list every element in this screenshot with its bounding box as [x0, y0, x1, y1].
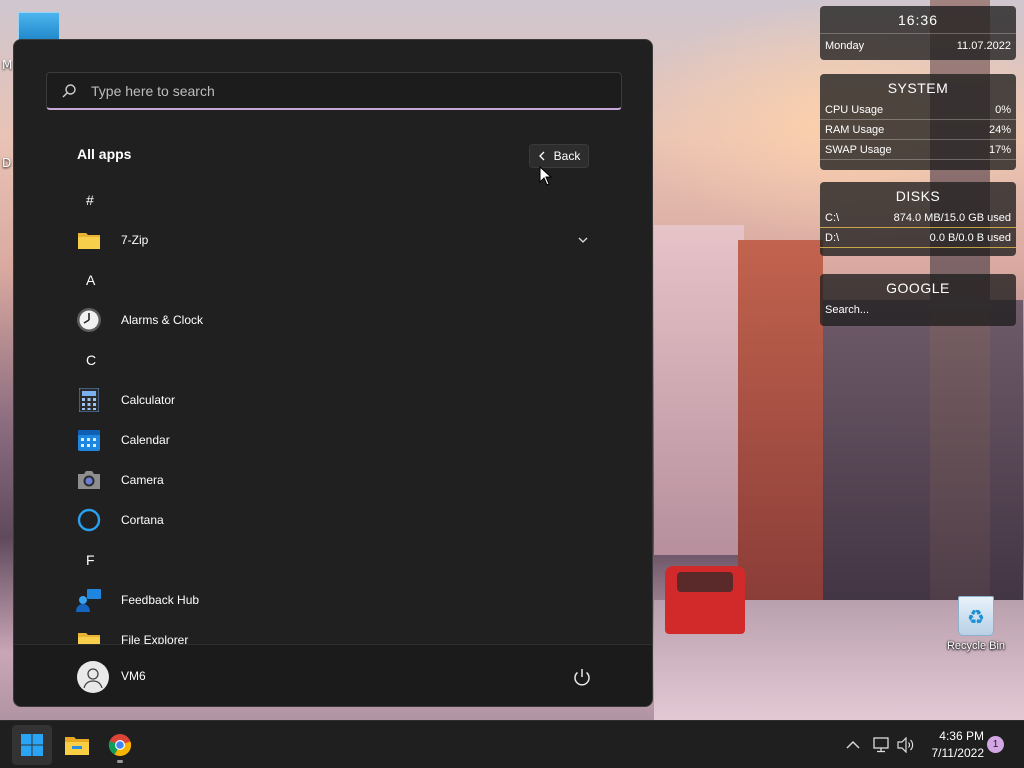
app-item-label: Calculator [121, 393, 176, 407]
row-value: 874.0 MB/15.0 GB used [893, 211, 1011, 224]
letter-header[interactable]: C [14, 340, 652, 380]
chevron-left-icon [538, 151, 545, 161]
app-item-file-explorer[interactable]: File Explorer [14, 620, 652, 644]
row-value: 0.0 B/0.0 B used [929, 231, 1011, 244]
widget-time: 16:36 [897, 12, 939, 28]
row-label: C:\ [825, 211, 840, 224]
cortana-icon [76, 507, 102, 533]
row-value: 24% [988, 123, 1011, 136]
disk-c-row[interactable]: C:\ 874.0 MB/15.0 GB used [820, 208, 1016, 228]
app-list: # 7-Zip A Alarms & Clock C Calculator Ca… [14, 180, 652, 644]
app-item-label: Calendar [121, 433, 170, 447]
start-search-box[interactable] [46, 72, 622, 110]
folder-icon [76, 227, 102, 253]
row-label: SWAP Usage [825, 143, 892, 156]
wallpaper-building [738, 240, 823, 600]
desktop-icon-label: D [2, 156, 12, 170]
start-menu: All apps Back # 7-Zip A Alarms & Clock [13, 39, 653, 707]
letter-header[interactable]: # [14, 180, 652, 220]
system-widget: SYSTEM CPU Usage 0% RAM Usage 24% SWAP U… [820, 74, 1016, 170]
app-item-cortana[interactable]: Cortana [14, 500, 652, 540]
row-label: CPU Usage [825, 103, 884, 116]
notification-badge[interactable]: 1 [987, 736, 1004, 753]
app-item-calculator[interactable]: Calculator [14, 380, 652, 420]
windows-start-icon [21, 734, 43, 756]
mouse-cursor-icon [539, 166, 553, 186]
app-item-label: 7-Zip [121, 233, 149, 247]
back-button[interactable]: Back [529, 144, 589, 168]
ram-usage-row: RAM Usage 24% [820, 120, 1016, 140]
app-item-label: Feedback Hub [121, 593, 200, 607]
cpu-usage-row: CPU Usage 0% [820, 100, 1016, 120]
widget-day: Monday [825, 40, 865, 52]
disks-widget-title: DISKS [895, 188, 941, 204]
recycle-bin-label: Recycle Bin [946, 640, 1006, 652]
google-widget-title: GOOGLE [886, 280, 950, 296]
volume-icon[interactable] [897, 721, 915, 768]
chrome-icon [108, 734, 132, 757]
network-icon[interactable] [872, 721, 890, 768]
app-item-label: Cortana [121, 513, 164, 527]
row-label: D:\ [825, 231, 840, 244]
search-input[interactable] [91, 82, 591, 99]
search-icon [47, 83, 91, 99]
letter-header-label: F [86, 552, 95, 568]
app-item-feedback-hub[interactable]: Feedback Hub [14, 580, 652, 620]
app-item-label: Camera [121, 473, 164, 487]
system-widget-title: SYSTEM [887, 80, 949, 96]
row-value: 17% [988, 143, 1011, 156]
letter-header[interactable]: A [14, 260, 652, 300]
clock-icon [76, 307, 102, 333]
app-item-label: File Explorer [121, 633, 189, 644]
widget-date: 11.07.2022 [956, 40, 1011, 52]
user-name[interactable]: VM6 [121, 669, 146, 683]
taskbar: 4:36 PM 7/11/2022 1 [0, 720, 1024, 768]
letter-header-label: C [86, 352, 97, 368]
wallpaper-car [665, 566, 745, 634]
file-explorer-icon [65, 737, 89, 755]
swap-usage-row: SWAP Usage 17% [820, 140, 1016, 160]
camera-icon [76, 467, 102, 493]
wallpaper-building [823, 300, 1023, 630]
all-apps-heading: All apps [77, 146, 132, 162]
user-avatar[interactable] [77, 661, 109, 693]
recycle-bin[interactable]: Recycle Bin [943, 596, 1009, 652]
disks-widget: DISKS C:\ 874.0 MB/15.0 GB used D:\ 0.0 … [820, 182, 1016, 256]
calculator-icon [76, 387, 102, 413]
taskbar-chrome[interactable] [100, 725, 140, 765]
app-item-calendar[interactable]: Calendar [14, 420, 652, 460]
running-indicator [117, 760, 123, 763]
chevron-up-icon[interactable] [846, 721, 860, 768]
google-search-input[interactable]: Search... [820, 300, 1016, 320]
disk-d-row[interactable]: D:\ 0.0 B/0.0 B used [820, 228, 1016, 248]
clock-widget: 16:36 Monday 11.07.2022 [820, 6, 1016, 60]
power-icon[interactable] [570, 665, 594, 689]
recycle-bin-icon [958, 596, 994, 636]
wallpaper-building [654, 225, 744, 555]
feedback-hub-icon [76, 587, 102, 613]
letter-header-label: # [86, 192, 94, 208]
start-button[interactable] [12, 725, 52, 765]
taskbar-date: 7/11/2022 [931, 746, 985, 760]
calendar-icon [76, 427, 102, 453]
desktop-icon-label: M [2, 58, 13, 72]
folder-icon [76, 627, 102, 644]
taskbar-time: 4:36 PM [939, 729, 984, 743]
row-label: RAM Usage [825, 123, 885, 136]
app-item-7zip[interactable]: 7-Zip [14, 220, 652, 260]
start-menu-footer: VM6 [14, 644, 652, 706]
back-button-label: Back [553, 149, 581, 163]
app-item-label: Alarms & Clock [121, 313, 204, 327]
letter-header-label: A [86, 272, 96, 288]
row-value: 0% [995, 103, 1011, 116]
app-item-camera[interactable]: Camera [14, 460, 652, 500]
taskbar-clock[interactable]: 4:36 PM 7/11/2022 [924, 728, 985, 762]
letter-header[interactable]: F [14, 540, 652, 580]
taskbar-file-explorer[interactable] [57, 725, 97, 765]
google-widget: GOOGLE Search... [820, 274, 1016, 326]
desktop-shortcut-icon[interactable] [18, 12, 60, 42]
chevron-down-icon[interactable] [578, 233, 588, 247]
app-item-alarms-clock[interactable]: Alarms & Clock [14, 300, 652, 340]
